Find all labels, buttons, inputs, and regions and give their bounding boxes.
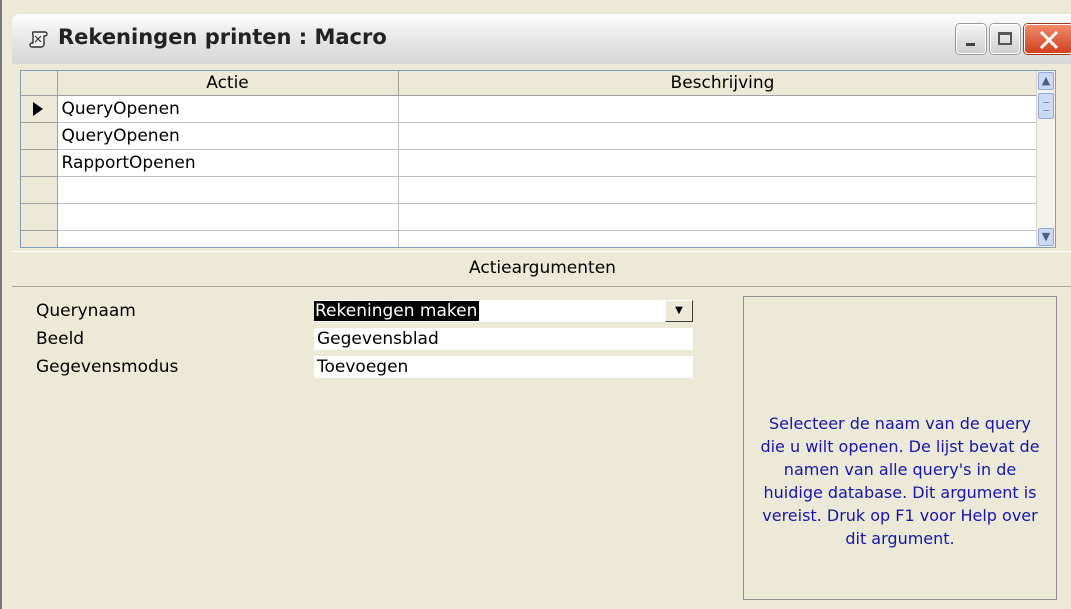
table-row[interactable]: QueryOpenen [21, 122, 1048, 150]
beschrijving-cell[interactable] [398, 176, 1048, 204]
actie-cell[interactable]: QueryOpenen [57, 122, 399, 150]
close-button[interactable] [1024, 24, 1071, 54]
scroll-down-button[interactable]: ▼ [1038, 228, 1054, 246]
table-row[interactable] [21, 203, 1048, 231]
title-bar[interactable]: Rekeningen printen : Macro [12, 14, 1071, 64]
row-selector[interactable] [21, 230, 58, 247]
macro-window: Rekeningen printen : Macro Actie Beschri… [0, 0, 1071, 609]
row-selector[interactable] [21, 122, 58, 150]
window-title: Rekeningen printen : Macro [58, 25, 387, 49]
close-icon [1039, 30, 1059, 50]
beschrijving-cell[interactable] [398, 95, 1048, 123]
arg-label-beeld: Beeld [36, 329, 85, 349]
querynaam-value: Rekeningen maken [314, 301, 480, 321]
actie-cell[interactable] [57, 230, 399, 247]
actie-cell[interactable]: RapportOpenen [57, 149, 399, 177]
dropdown-button[interactable]: ▼ [665, 300, 693, 322]
beeld-field[interactable]: Gegevensblad [314, 328, 693, 350]
chevron-down-icon: ▼ [1041, 230, 1051, 243]
table-row[interactable]: QueryOpenen [21, 95, 1048, 123]
beschrijving-cell[interactable] [398, 149, 1048, 177]
querynaam-dropdown[interactable]: Rekeningen maken ▼ [314, 300, 693, 322]
minimize-button[interactable] [956, 24, 986, 54]
row-selector[interactable] [21, 95, 58, 123]
action-arguments-panel: Querynaam Rekeningen maken ▼ Beeld Gegev… [12, 286, 1071, 609]
maximize-button[interactable] [990, 24, 1020, 54]
current-row-arrow-icon [33, 102, 43, 116]
scroll-thumb[interactable] [1038, 93, 1054, 119]
arg-label-querynaam: Querynaam [36, 301, 136, 321]
row-selector[interactable] [21, 203, 58, 231]
chevron-up-icon: ▲ [1041, 74, 1051, 87]
column-header-beschrijving[interactable]: Beschrijving [398, 71, 1048, 96]
row-selector[interactable] [21, 149, 58, 177]
action-arguments-header: Actieargumenten [12, 251, 1071, 287]
arg-label-gegevensmodus: Gegevensmodus [36, 357, 179, 377]
macro-scroll-icon [29, 31, 48, 48]
macro-action-grid: Actie Beschrijving QueryOpenen QueryOpen… [20, 70, 1056, 248]
grid-vertical-scrollbar[interactable]: ▲ ▼ [1036, 71, 1055, 247]
actie-cell[interactable] [57, 176, 399, 204]
table-row[interactable]: RapportOpenen [21, 149, 1048, 177]
actie-cell[interactable]: QueryOpenen [57, 95, 399, 123]
beschrijving-cell[interactable] [398, 230, 1048, 247]
row-selector[interactable] [21, 176, 58, 204]
table-row[interactable] [21, 230, 1048, 247]
column-header-actie[interactable]: Actie [57, 71, 399, 96]
scroll-up-button[interactable]: ▲ [1038, 72, 1054, 90]
beschrijving-cell[interactable] [398, 122, 1048, 150]
chevron-down-icon: ▼ [675, 305, 683, 316]
row-selector-header[interactable] [21, 71, 58, 96]
beschrijving-cell[interactable] [398, 203, 1048, 231]
argument-help-text: Selecteer de naam van de query die u wil… [760, 414, 1040, 548]
table-row[interactable] [21, 176, 1048, 204]
actie-cell[interactable] [57, 203, 399, 231]
argument-help-panel: Selecteer de naam van de query die u wil… [743, 296, 1057, 600]
gegevensmodus-field[interactable]: Toevoegen [314, 356, 693, 378]
